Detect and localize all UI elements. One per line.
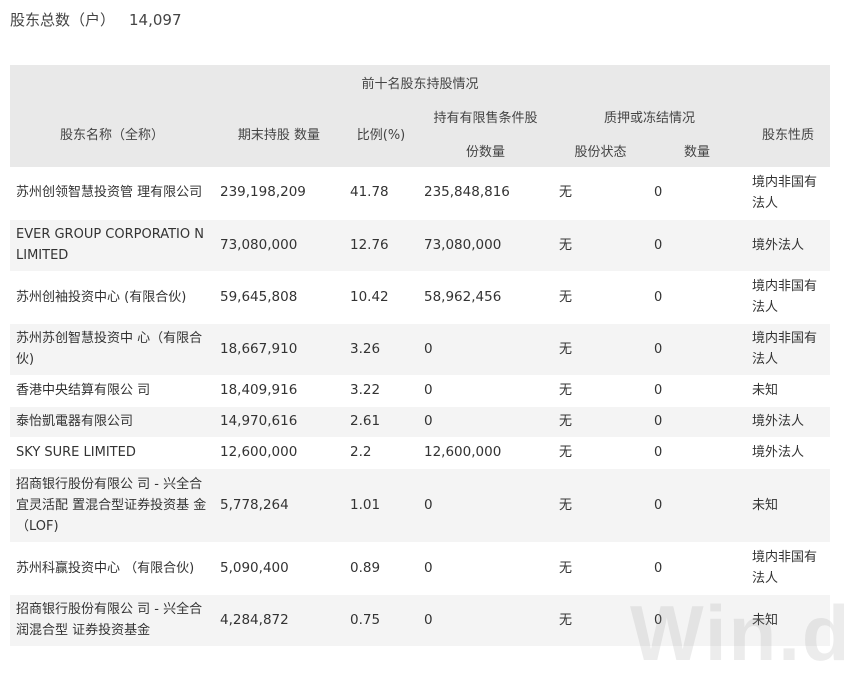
- cell-nature: 境内非国有法人: [746, 271, 830, 324]
- cell-shares: 18,409,916: [214, 375, 344, 407]
- cell-name: 招商银行股份有限公 司 - 兴全合宜灵活配 置混合型证券投资基 金（LOF): [10, 468, 214, 543]
- table-header: 前十名股东持股情况 股东名称（全称） 期末持股 数量 比例(%) 持有有限售条件…: [10, 65, 830, 167]
- cell-nature: 境内非国有法人: [746, 323, 830, 376]
- shareholder-count-summary: 股东总数（户） 14,097: [10, 9, 182, 30]
- cell-status: 无: [553, 437, 648, 469]
- cell-shares: 73,080,000: [214, 219, 344, 272]
- cell-status: 无: [553, 594, 648, 647]
- cell-shares: 18,667,910: [214, 323, 344, 376]
- table-group-title: 前十名股东持股情况: [10, 65, 830, 99]
- cell-ratio: 10.42: [344, 271, 418, 324]
- cell-name: 招商银行股份有限公 司 - 兴全合润混合型 证券投资基金: [10, 594, 214, 647]
- cell-qty: 0: [648, 437, 746, 469]
- cell-shares: 59,645,808: [214, 271, 344, 324]
- cell-nature: 境内非国有法人: [746, 542, 830, 595]
- cell-name: 苏州苏创智慧投资中 心（有限合伙): [10, 323, 214, 376]
- cell-nature: 境外法人: [746, 406, 830, 438]
- cell-ratio: 0.89: [344, 542, 418, 595]
- cell-status: 无: [553, 468, 648, 543]
- table-row: 招商银行股份有限公 司 - 兴全合润混合型 证券投资基金 4,284,872 0…: [10, 594, 830, 647]
- cell-qty: 0: [648, 323, 746, 376]
- cell-ratio: 2.2: [344, 437, 418, 469]
- table-body: 苏州创领智慧投资管 理有限公司 239,198,209 41.78 235,84…: [10, 167, 830, 647]
- table-row: 招商银行股份有限公 司 - 兴全合宜灵活配 置混合型证券投资基 金（LOF) 5…: [10, 468, 830, 543]
- cell-status: 无: [553, 542, 648, 595]
- cell-shares: 239,198,209: [214, 167, 344, 220]
- cell-qty: 0: [648, 375, 746, 407]
- cell-ratio: 0.75: [344, 594, 418, 647]
- cell-name: 苏州创袖投资中心 (有限合伙): [10, 271, 214, 324]
- cell-ratio: 41.78: [344, 167, 418, 220]
- top-ten-shareholders-table: 前十名股东持股情况 股东名称（全称） 期末持股 数量 比例(%) 持有有限售条件…: [10, 65, 830, 647]
- table-row: EVER GROUP CORPORATIO N LIMITED 73,080,0…: [10, 219, 830, 272]
- cell-ratio: 3.26: [344, 323, 418, 376]
- header-shares: 期末持股 数量: [214, 99, 344, 167]
- cell-qty: 0: [648, 542, 746, 595]
- cell-restricted: 0: [418, 323, 553, 376]
- cell-qty: 0: [648, 219, 746, 272]
- cell-name: EVER GROUP CORPORATIO N LIMITED: [10, 219, 214, 272]
- header-pledge: 质押或冻结情况: [553, 99, 746, 133]
- cell-restricted: 0: [418, 468, 553, 543]
- shareholder-count-label: 股东总数（户）: [10, 11, 116, 29]
- cell-qty: 0: [648, 167, 746, 220]
- cell-name: 苏州科赢投资中心 （有限合伙): [10, 542, 214, 595]
- header-restricted-line2: 份数量: [418, 133, 553, 167]
- cell-nature: 境内非国有法人: [746, 167, 830, 220]
- cell-restricted: 0: [418, 406, 553, 438]
- cell-restricted: 73,080,000: [418, 219, 553, 272]
- cell-status: 无: [553, 167, 648, 220]
- table-row: 苏州创袖投资中心 (有限合伙) 59,645,808 10.42 58,962,…: [10, 271, 830, 324]
- cell-name: 苏州创领智慧投资管 理有限公司: [10, 167, 214, 220]
- table-row: 香港中央结算有限公 司 18,409,916 3.22 0 无 0 未知: [10, 375, 830, 407]
- cell-qty: 0: [648, 468, 746, 543]
- cell-restricted: 12,600,000: [418, 437, 553, 469]
- cell-ratio: 2.61: [344, 406, 418, 438]
- table-row: 苏州苏创智慧投资中 心（有限合伙) 18,667,910 3.26 0 无 0 …: [10, 323, 830, 376]
- cell-status: 无: [553, 406, 648, 438]
- table-row: 苏州科赢投资中心 （有限合伙) 5,090,400 0.89 0 无 0 境内非…: [10, 542, 830, 595]
- cell-shares: 5,090,400: [214, 542, 344, 595]
- cell-restricted: 235,848,816: [418, 167, 553, 220]
- cell-nature: 未知: [746, 594, 830, 647]
- cell-name: 香港中央结算有限公 司: [10, 375, 214, 407]
- cell-shares: 5,778,264: [214, 468, 344, 543]
- cell-restricted: 0: [418, 542, 553, 595]
- cell-shares: 4,284,872: [214, 594, 344, 647]
- cell-nature: 境外法人: [746, 437, 830, 469]
- cell-name: 泰怡凱電器有限公司: [10, 406, 214, 438]
- cell-nature: 未知: [746, 468, 830, 543]
- header-pledge-qty: 数量: [648, 133, 746, 167]
- cell-nature: 境外法人: [746, 219, 830, 272]
- header-ratio: 比例(%): [344, 99, 418, 167]
- cell-nature: 未知: [746, 375, 830, 407]
- header-nature: 股东性质: [746, 99, 830, 167]
- cell-ratio: 12.76: [344, 219, 418, 272]
- cell-shares: 12,600,000: [214, 437, 344, 469]
- table-row: SKY SURE LIMITED 12,600,000 2.2 12,600,0…: [10, 437, 830, 469]
- cell-ratio: 1.01: [344, 468, 418, 543]
- cell-restricted: 0: [418, 594, 553, 647]
- cell-status: 无: [553, 323, 648, 376]
- shareholder-count-value: 14,097: [129, 11, 182, 29]
- header-name: 股东名称（全称）: [10, 99, 214, 167]
- header-pledge-status: 股份状态: [553, 133, 648, 167]
- cell-qty: 0: [648, 406, 746, 438]
- cell-ratio: 3.22: [344, 375, 418, 407]
- table-row: 泰怡凱電器有限公司 14,970,616 2.61 0 无 0 境外法人: [10, 406, 830, 438]
- cell-status: 无: [553, 271, 648, 324]
- cell-name: SKY SURE LIMITED: [10, 437, 214, 469]
- cell-qty: 0: [648, 271, 746, 324]
- cell-status: 无: [553, 375, 648, 407]
- cell-qty: 0: [648, 594, 746, 647]
- cell-restricted: 0: [418, 375, 553, 407]
- cell-shares: 14,970,616: [214, 406, 344, 438]
- header-restricted-line1: 持有有限售条件股: [418, 99, 553, 133]
- cell-restricted: 58,962,456: [418, 271, 553, 324]
- table-row: 苏州创领智慧投资管 理有限公司 239,198,209 41.78 235,84…: [10, 167, 830, 220]
- cell-status: 无: [553, 219, 648, 272]
